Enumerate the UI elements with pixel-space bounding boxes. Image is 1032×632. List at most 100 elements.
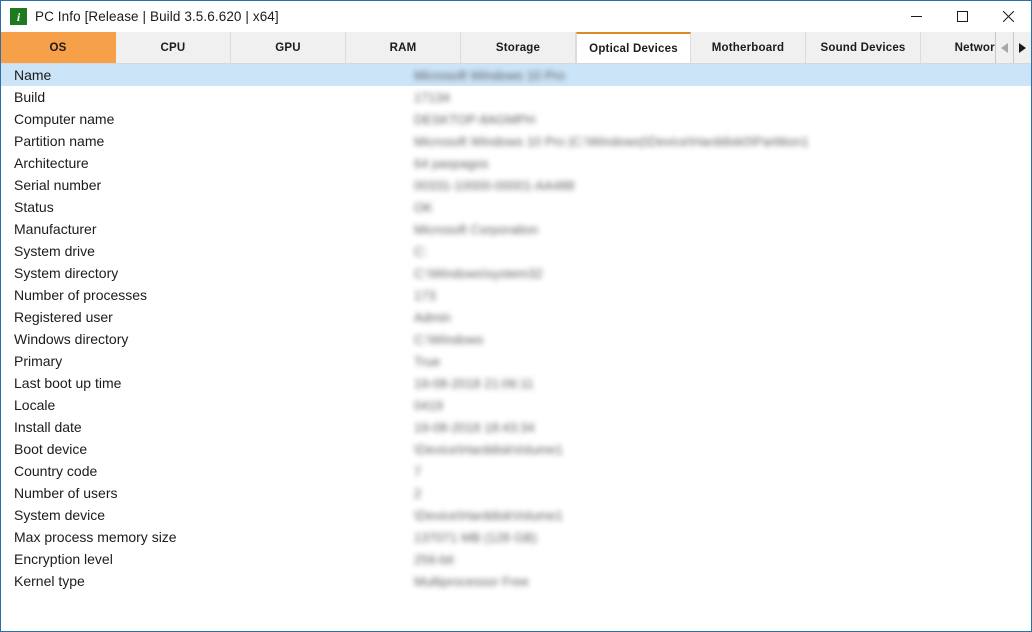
- property-name: Last boot up time: [14, 375, 122, 391]
- property-name: Encryption level: [14, 551, 113, 567]
- table-row[interactable]: Partition name Microsoft Windows 10 Pro |…: [1, 130, 1031, 152]
- close-icon: [1002, 11, 1014, 22]
- tab-cpu[interactable]: CPU: [116, 32, 231, 63]
- property-name: Serial number: [14, 177, 102, 193]
- table-row[interactable]: Number of users 2: [1, 482, 1031, 504]
- close-button[interactable]: [985, 1, 1031, 32]
- pc-info-window: i PC Info [Release | Build 3.5.6.620 | x…: [0, 0, 1032, 632]
- property-value: Microsoft Windows 10 Pro: [414, 67, 565, 83]
- property-name: Kernel type: [14, 573, 85, 589]
- tab-scroll-right-button[interactable]: [1014, 32, 1031, 63]
- property-value: Multiprocessor Free: [414, 573, 529, 589]
- property-value: Microsoft Corporation: [414, 221, 539, 237]
- property-value: 173: [414, 287, 436, 303]
- property-value: Admin: [414, 309, 451, 325]
- property-name: Registered user: [14, 309, 113, 325]
- property-name: Number of processes: [14, 287, 148, 303]
- property-value: True: [414, 353, 441, 369]
- minimize-button[interactable]: [893, 1, 939, 32]
- table-row[interactable]: Number of processes 173: [1, 284, 1031, 306]
- tab-label: RAM: [389, 41, 417, 54]
- property-value: 7: [414, 463, 422, 479]
- property-name: Partition name: [14, 133, 105, 149]
- table-row[interactable]: Manufacturer Microsoft Corporation: [1, 218, 1031, 240]
- property-value: 64 paspagos: [414, 155, 489, 171]
- table-row[interactable]: Kernel type Multiprocessor Free: [1, 570, 1031, 592]
- tab-label: OS: [49, 41, 67, 54]
- tab-scroll-left-button[interactable]: [996, 32, 1014, 63]
- table-row[interactable]: System directory C:\Windows\system32: [1, 262, 1031, 284]
- table-row[interactable]: Architecture 64 paspagos: [1, 152, 1031, 174]
- info-icon-letter: i: [16, 9, 21, 24]
- table-row[interactable]: Max process memory size 137071 MB (128 GB…: [1, 526, 1031, 548]
- property-value: 137071 MB (128 GB): [414, 529, 537, 545]
- table-row[interactable]: Last boot up time 19-08-2018 21:06:11: [1, 372, 1031, 394]
- tab-os[interactable]: OS: [1, 32, 116, 63]
- property-value: 00331-10000-00001-AA488: [414, 177, 575, 193]
- window-controls: [893, 1, 1031, 32]
- property-value: C:: [414, 243, 427, 259]
- property-name: Primary: [14, 353, 63, 369]
- property-name: Number of users: [14, 485, 118, 501]
- tab-label: CPU: [160, 41, 186, 54]
- table-row[interactable]: System device \Device\HarddiskVolume1: [1, 504, 1031, 526]
- table-row[interactable]: Locale 0419: [1, 394, 1031, 416]
- tab-ram[interactable]: RAM: [346, 32, 461, 63]
- property-name: Manufacturer: [14, 221, 97, 237]
- table-row[interactable]: Registered user Admin: [1, 306, 1031, 328]
- maximize-button[interactable]: [939, 1, 985, 32]
- table-row[interactable]: Country code 7: [1, 460, 1031, 482]
- property-value: 19-08-2018 18:43:34: [414, 419, 535, 435]
- tab-bar: OS CPU GPU RAM Storage Optical Devices Motherb…: [1, 32, 1031, 64]
- property-name: Boot device: [14, 441, 88, 457]
- property-name: Name: [14, 67, 52, 83]
- property-name: Status: [14, 199, 54, 215]
- os-info-list[interactable]: Name Microsoft Windows 10 Pro Build 17134 Co…: [1, 64, 1031, 631]
- property-value: 256-bit: [414, 551, 454, 567]
- property-value: Microsoft Windows 10 Pro |C:\Windows|\De…: [414, 133, 809, 149]
- tab-label: GPU: [275, 41, 301, 54]
- tab-label: Motherboard: [711, 41, 785, 54]
- property-value: 0419: [414, 397, 443, 413]
- table-row[interactable]: Windows directory C:\Windows: [1, 328, 1031, 350]
- table-row[interactable]: Computer name DESKTOP-8AGMPH: [1, 108, 1031, 130]
- property-name: System drive: [14, 243, 95, 259]
- table-row[interactable]: Serial number 00331-10000-00001-AA488: [1, 174, 1031, 196]
- table-row[interactable]: Status OK: [1, 196, 1031, 218]
- property-name: Architecture: [14, 155, 89, 171]
- table-row[interactable]: Name Microsoft Windows 10 Pro: [1, 64, 1031, 86]
- table-row[interactable]: Install date 19-08-2018 18:43:34: [1, 416, 1031, 438]
- property-value: 19-08-2018 21:06:11: [414, 375, 534, 391]
- property-value: \Device\HarddiskVolume1: [414, 441, 563, 457]
- tab-scroll-controls: [995, 32, 1031, 63]
- property-value: 2: [414, 485, 422, 501]
- tab-sound-devices[interactable]: Sound Devices: [806, 32, 921, 63]
- table-row[interactable]: Build 17134: [1, 86, 1031, 108]
- property-name: Computer name: [14, 111, 115, 127]
- property-name: Windows directory: [14, 331, 129, 347]
- tab-label: Optical Devices: [589, 42, 678, 55]
- property-name: Country code: [14, 463, 98, 479]
- minimize-icon: [910, 16, 922, 17]
- chevron-right-icon: [1019, 43, 1026, 53]
- tab-label: Storage: [495, 41, 541, 54]
- property-name: Install date: [14, 419, 82, 435]
- property-value: C:\Windows\system32: [414, 265, 543, 281]
- window-title: PC Info [Release | Build 3.5.6.620 | x64…: [35, 9, 279, 24]
- table-row[interactable]: System drive C:: [1, 240, 1031, 262]
- tab-label: Sound Devices: [820, 41, 906, 54]
- table-row[interactable]: Primary True: [1, 350, 1031, 372]
- tab-storage[interactable]: Storage: [461, 32, 576, 63]
- property-name: Max process memory size: [14, 529, 177, 545]
- property-name: System directory: [14, 265, 119, 281]
- property-value: 17134: [414, 89, 451, 105]
- table-row[interactable]: Boot device \Device\HarddiskVolume1: [1, 438, 1031, 460]
- table-row[interactable]: Encryption level 256-bit: [1, 548, 1031, 570]
- tab-optical-devices[interactable]: Optical Devices: [576, 32, 691, 63]
- tab-motherboard[interactable]: Motherboard: [691, 32, 806, 63]
- info-icon: i: [10, 8, 27, 25]
- property-value: OK: [414, 199, 433, 215]
- tab-gpu[interactable]: GPU: [231, 32, 346, 63]
- property-value: \Device\HarddiskVolume1: [414, 507, 563, 523]
- property-name: System device: [14, 507, 106, 523]
